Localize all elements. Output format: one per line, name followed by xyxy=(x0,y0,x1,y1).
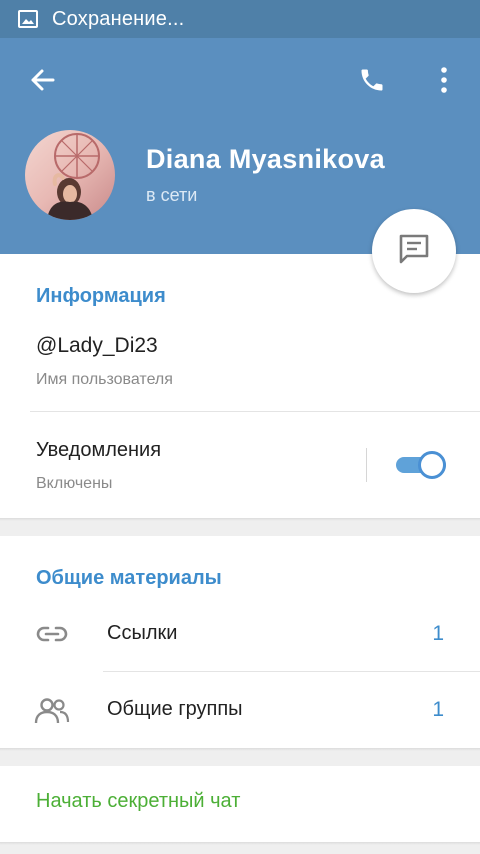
call-button[interactable] xyxy=(350,60,394,104)
shared-section: Общие материалы Ссылки 1 Общие группы 1 xyxy=(0,536,480,748)
start-secret-chat-button[interactable]: Начать секретный чат xyxy=(36,790,240,813)
profile-name: Diana Myasnikova xyxy=(146,144,385,174)
status-text: Сохранение... xyxy=(52,7,185,30)
links-label[interactable]: Ссылки xyxy=(107,622,177,645)
status-bar: Сохранение... xyxy=(0,0,480,38)
shared-section-title: Общие материалы xyxy=(36,567,222,589)
info-section-title: Информация xyxy=(36,285,166,307)
links-count: 1 xyxy=(432,622,444,645)
toggle-separator xyxy=(366,448,367,482)
username-caption: Имя пользователя xyxy=(36,371,173,388)
send-message-button[interactable] xyxy=(372,209,456,293)
divider xyxy=(30,411,480,412)
notifications-label[interactable]: Уведомления xyxy=(36,439,161,462)
message-icon xyxy=(397,233,431,270)
arrow-back-icon xyxy=(29,68,55,97)
section-gap xyxy=(0,518,480,536)
avatar[interactable] xyxy=(25,130,115,220)
common-groups-label[interactable]: Общие группы xyxy=(107,698,243,721)
notifications-state: Включены xyxy=(36,475,113,492)
notifications-toggle[interactable] xyxy=(396,451,448,479)
image-icon xyxy=(18,10,38,28)
toggle-knob xyxy=(418,451,446,479)
group-icon xyxy=(32,694,72,728)
more-vert-icon xyxy=(440,66,448,98)
link-icon xyxy=(32,617,72,651)
username[interactable]: @Lady_Di23 xyxy=(36,334,158,358)
phone-icon xyxy=(358,66,386,99)
section-gap xyxy=(0,842,480,854)
section-gap xyxy=(0,748,480,766)
common-groups-count: 1 xyxy=(432,698,444,721)
online-status: в сети xyxy=(146,185,198,205)
more-options-button[interactable] xyxy=(424,60,464,104)
divider xyxy=(103,671,480,672)
back-button[interactable] xyxy=(20,60,64,104)
